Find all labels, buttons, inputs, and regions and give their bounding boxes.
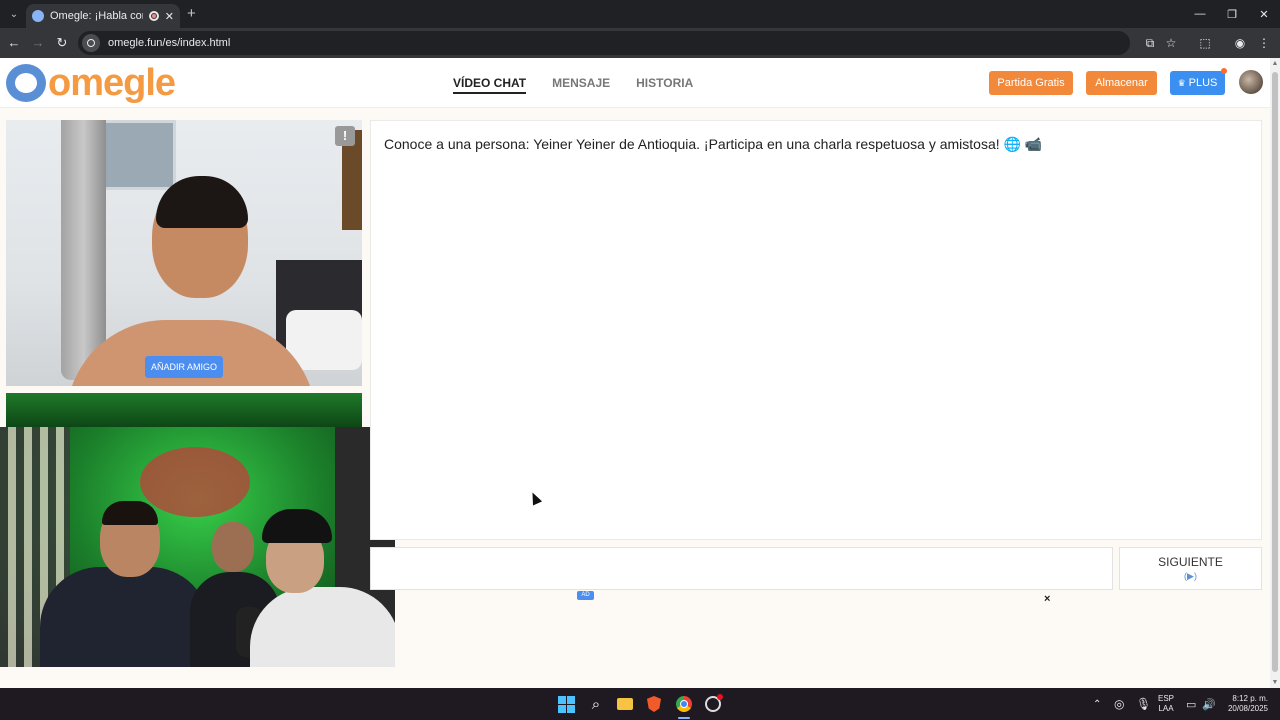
site-info-icon[interactable] <box>82 34 100 52</box>
ad-close-icon[interactable]: × <box>1044 593 1050 605</box>
streamer-1-body <box>40 567 210 667</box>
active-app-indicator <box>678 717 690 719</box>
obs-studio-icon[interactable] <box>703 694 723 714</box>
window-close-icon[interactable]: ✕ <box>1248 0 1280 28</box>
language-code: ESP <box>1158 694 1175 703</box>
url-text[interactable]: omegle.fun/es/index.html <box>108 37 230 49</box>
tab-title: Omegle: ¡Habla con Desconocidos! <box>50 10 143 22</box>
nav-video-chat[interactable]: VÍDEO CHAT <box>453 76 527 94</box>
tab-close-icon[interactable]: ✕ <box>165 10 174 23</box>
volume-icon[interactable]: 🔊 <box>1202 688 1216 720</box>
reload-icon[interactable]: ↻ <box>54 35 70 51</box>
site-favicon-icon <box>32 10 44 22</box>
remote-video-window <box>96 120 176 190</box>
clock-date: 20/08/2025 <box>1227 704 1268 713</box>
logo-bubble-icon <box>6 64 46 102</box>
file-explorer-icon[interactable] <box>615 694 635 714</box>
cast-icon[interactable]: ⧉ <box>1142 35 1158 51</box>
browser-tab[interactable]: Omegle: ¡Habla con Desconocidos! ✕ <box>26 4 180 28</box>
back-arrow-icon[interactable]: ← <box>6 35 22 51</box>
tray-microphone-icon[interactable]: 🎙 <box>1136 688 1151 720</box>
plus-label: PLUS <box>1188 77 1218 89</box>
restore-icon[interactable]: ❐ <box>1216 0 1248 28</box>
chat-intro-message: Conoce a una persona: Yeiner Yeiner de A… <box>384 136 1043 152</box>
nav-history[interactable]: HISTORIA <box>636 76 693 94</box>
webcam-wall-art <box>140 447 250 517</box>
add-friend-button[interactable]: AÑADIR AMIGO <box>145 356 223 378</box>
forward-arrow-icon[interactable]: → <box>30 35 46 51</box>
windows-taskbar: ⌕ ⌃ ◎ 🎙 ESP LAA ▭ 🔊 8:12 p. m. 20/08/202… <box>0 688 1280 720</box>
chrome-icon[interactable] <box>674 694 694 714</box>
bookmark-star-icon[interactable]: ☆ <box>1163 35 1179 51</box>
clock-time: 8:12 p. m. <box>1232 694 1268 703</box>
search-icon[interactable]: ⌕ <box>586 694 606 714</box>
ad-badge: AD <box>577 591 594 600</box>
next-button-label: SIGUIENTE <box>1158 555 1223 569</box>
keyboard-layout: LAA <box>1158 704 1174 713</box>
brave-browser-icon[interactable] <box>644 694 664 714</box>
window-controls: — ❐ ✕ <box>1184 0 1280 28</box>
plus-button[interactable]: ♛ PLUS <box>1170 68 1227 95</box>
store-button[interactable]: Almacenar <box>1086 71 1157 95</box>
clock[interactable]: 8:12 p. m. 20/08/2025 <box>1222 688 1268 720</box>
recording-indicator-icon <box>148 11 159 21</box>
start-windows-icon[interactable] <box>556 694 576 714</box>
browser-tabstrip: ⌄ Omegle: ¡Habla con Desconocidos! ✕ + —… <box>0 0 1280 28</box>
browser-toolbar: ← → ↻ omegle.fun/es/index.html ⧉ ☆ ⬚ ◉ ⋮ <box>0 28 1280 58</box>
tab-list-chevron-icon[interactable]: ⌄ <box>5 5 23 23</box>
minimize-icon[interactable]: — <box>1184 0 1216 28</box>
tray-overflow-chevron-icon[interactable]: ⌃ <box>1093 688 1101 720</box>
streamer-3-body <box>250 587 395 667</box>
omegle-logo[interactable]: omegle <box>6 62 176 104</box>
chat-log: Conoce a una persona: Yeiner Yeiner de A… <box>370 120 1262 540</box>
extensions-icon[interactable]: ⬚ <box>1197 35 1213 51</box>
nav-message[interactable]: MENSAJE <box>552 76 610 94</box>
scrollbar-thumb[interactable] <box>1272 72 1278 672</box>
profile-icon[interactable]: ◉ <box>1232 35 1248 51</box>
main-nav: VÍDEO CHAT MENSAJE HISTORIA <box>453 76 693 94</box>
crown-icon: ♛ <box>1177 77 1186 88</box>
remote-video-curtain <box>61 120 106 380</box>
language-indicator[interactable]: ESP LAA <box>1158 688 1174 720</box>
new-tab-button[interactable]: + <box>187 6 196 21</box>
notification-dot <box>1221 68 1227 74</box>
logo-text: omegle <box>48 62 176 104</box>
network-icon[interactable]: ▭ <box>1186 688 1196 720</box>
scroll-up-icon[interactable]: ▲ <box>1271 60 1279 67</box>
next-button[interactable]: SIGUIENTE (▶) <box>1119 547 1262 590</box>
remote-video <box>6 120 362 386</box>
streamer-2-head <box>212 522 254 572</box>
site-header: omegle VÍDEO CHAT MENSAJE HISTORIA Parti… <box>0 58 1270 108</box>
address-bar[interactable]: omegle.fun/es/index.html <box>78 31 1130 55</box>
page-scrollbar[interactable]: ▲ ▼ <box>1270 58 1280 688</box>
menu-kebab-icon[interactable]: ⋮ <box>1256 35 1272 51</box>
free-game-button[interactable]: Partida Gratis <box>989 71 1073 95</box>
next-button-hint: (▶) <box>1184 571 1197 581</box>
user-avatar[interactable] <box>1239 70 1263 94</box>
chat-input[interactable] <box>370 547 1113 590</box>
streamer-3-cap <box>262 509 332 543</box>
scroll-down-icon[interactable]: ▼ <box>1271 679 1279 686</box>
report-button[interactable]: ! <box>335 126 355 146</box>
tray-app-icon[interactable]: ◎ <box>1114 688 1124 720</box>
streamer-webcam-overlay <box>0 427 395 667</box>
streamer-1-hair <box>102 501 158 525</box>
